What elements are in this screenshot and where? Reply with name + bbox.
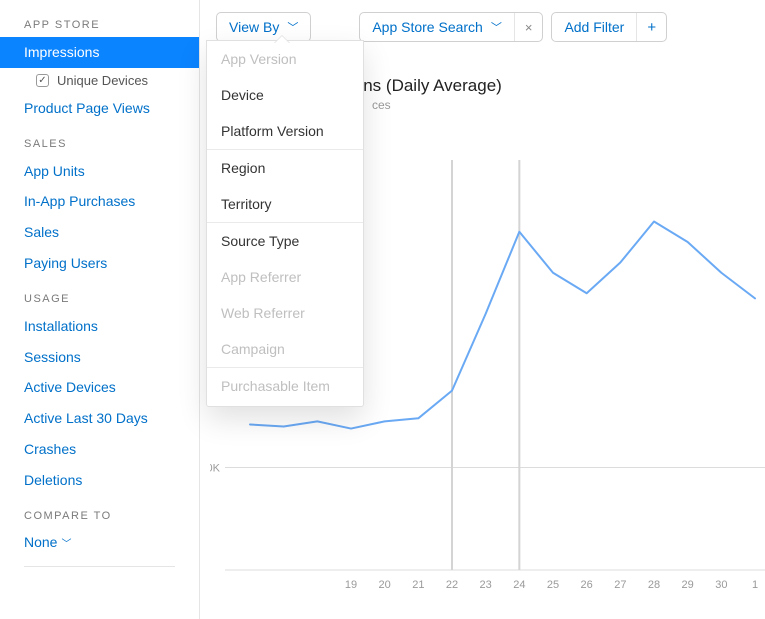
dd-source-type[interactable]: Source Type [207, 223, 363, 259]
x-tick-label: 21 [412, 579, 424, 591]
x-tick-label: 25 [547, 579, 559, 591]
view-by-button[interactable]: View By ﹀ [216, 12, 311, 42]
x-tick-label: 22 [446, 579, 458, 591]
x-tick-label: 20 [379, 579, 391, 591]
section-header-app-store: APP STORE [0, 5, 199, 37]
x-tick-label: 24 [513, 579, 525, 591]
dd-platform-version[interactable]: Platform Version [207, 113, 363, 149]
nav-in-app-purchases[interactable]: In-App Purchases [0, 186, 199, 217]
x-tick-label: 23 [480, 579, 492, 591]
nav-deletions[interactable]: Deletions [0, 465, 199, 496]
dd-app-version: App Version [207, 41, 363, 77]
chevron-down-icon: ﹀ [491, 19, 502, 35]
x-tick-label: 30 [715, 579, 727, 591]
dd-app-referrer: App Referrer [207, 259, 363, 295]
nav-app-units[interactable]: App Units [0, 156, 199, 187]
dd-campaign: Campaign [207, 331, 363, 367]
sub-unique-devices[interactable]: ✓ Unique Devices [0, 68, 199, 93]
dd-purchasable-item: Purchasable Item [207, 368, 363, 404]
view-by-dropdown: App Version Device Platform Version Regi… [206, 40, 364, 407]
x-tick-label: 1 [752, 579, 758, 591]
section-header-compare: COMPARE TO [0, 496, 199, 528]
section-header-sales: SALES [0, 124, 199, 156]
plus-icon[interactable]: + [636, 13, 666, 41]
chevron-down-icon: ﹀ [61, 535, 71, 550]
dd-region[interactable]: Region [207, 150, 363, 186]
compare-to-label: None [24, 534, 57, 550]
add-filter-button[interactable]: Add Filter + [551, 12, 667, 42]
section-header-usage: USAGE [0, 279, 199, 311]
nav-sessions[interactable]: Sessions [0, 342, 199, 373]
y-tick-label: 10K [210, 463, 221, 475]
nav-installations[interactable]: Installations [0, 311, 199, 342]
nav-product-page-views[interactable]: Product Page Views [0, 93, 199, 124]
filter-group: App Store Search ﹀ × Add Filter + [359, 12, 667, 42]
x-tick-label: 19 [345, 579, 357, 591]
dd-territory[interactable]: Territory [207, 186, 363, 222]
x-tick-label: 28 [648, 579, 660, 591]
dd-web-referrer: Web Referrer [207, 295, 363, 331]
nav-sales[interactable]: Sales [0, 217, 199, 248]
nav-impressions[interactable]: Impressions [0, 37, 199, 68]
x-tick-label: 26 [581, 579, 593, 591]
sidebar: APP STORE Impressions ✓ Unique Devices P… [0, 0, 200, 619]
remove-filter-button[interactable]: × [514, 13, 543, 41]
compare-to-select[interactable]: None ﹀ [0, 528, 199, 556]
add-filter-label: Add Filter [564, 19, 624, 35]
nav-crashes[interactable]: Crashes [0, 434, 199, 465]
sub-unique-devices-label: Unique Devices [57, 73, 148, 88]
nav-active-devices[interactable]: Active Devices [0, 372, 199, 403]
x-tick-label: 29 [682, 579, 694, 591]
x-tick-label: 27 [614, 579, 626, 591]
divider [24, 566, 175, 567]
nav-active-last-30[interactable]: Active Last 30 Days [0, 403, 199, 434]
view-by-label: View By [229, 19, 279, 35]
dropdown-caret [274, 36, 290, 44]
chevron-down-icon: ﹀ [287, 19, 298, 35]
checkbox-unique-devices[interactable]: ✓ [36, 74, 49, 87]
dd-device[interactable]: Device [207, 77, 363, 113]
filter-app-store-search[interactable]: App Store Search ﹀ × [359, 12, 543, 42]
filter-label: App Store Search [372, 19, 483, 35]
nav-paying-users[interactable]: Paying Users [0, 248, 199, 279]
